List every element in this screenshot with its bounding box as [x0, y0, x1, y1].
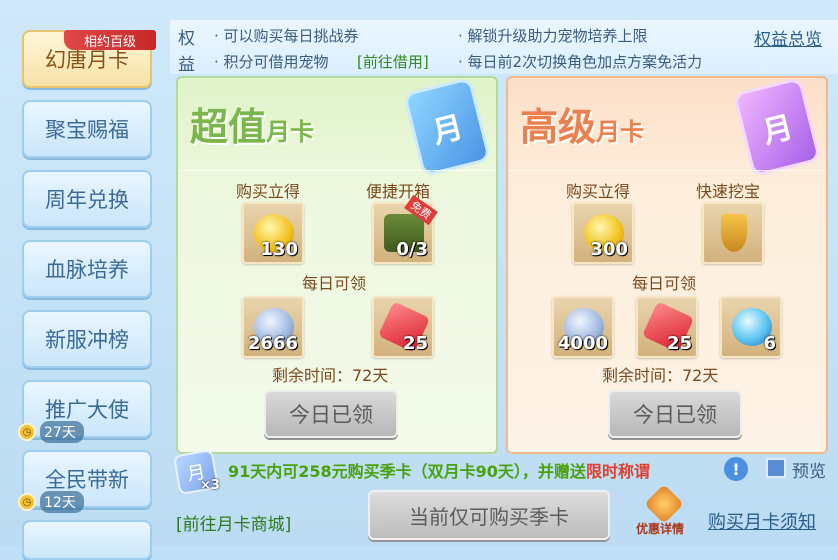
- sidebar-item-new-server-rank[interactable]: 新服冲榜: [22, 310, 152, 368]
- benefits-bar: 权 益 · 可以购买每日挑战券 · 解锁升级助力宠物培养上限 · 积分可借用宠物…: [170, 20, 838, 75]
- buy-instant-label: 购买立得: [236, 182, 301, 201]
- buy-instant-label: 购买立得: [566, 182, 631, 201]
- benefit-borrow-pet: · 积分可借用宠物: [214, 53, 329, 71]
- remaining-time: 剩余时间：72天: [602, 366, 719, 385]
- level-ribbon-badge: 相约百级: [64, 30, 156, 50]
- gold-ingot-item[interactable]: 300: [572, 202, 634, 264]
- ruby-item[interactable]: 25: [372, 296, 434, 358]
- season-card-promo: 91天内可258元购买季卡（双月卡90天），并赠送限时称谓: [228, 462, 650, 481]
- clock-icon: ◷: [18, 493, 36, 511]
- card-title: 超值月卡: [190, 104, 315, 149]
- sidebar-item-label: 新服冲榜: [45, 328, 129, 352]
- value-monthly-card: 超值月卡 月 购买立得 便捷开箱 130 免费 0/3 每日可领 2666 25 …: [176, 76, 498, 454]
- chest-item[interactable]: 免费 0/3: [372, 194, 438, 264]
- divider: [178, 170, 496, 171]
- premium-monthly-card: 高级月卡 月 购买立得 快速挖宝 300 每日可领 4000 25 6 剩余时间…: [506, 76, 828, 454]
- sidebar-item-treasure-blessing[interactable]: 聚宝赐福: [22, 100, 152, 158]
- borrow-link[interactable]: [前往借用]: [357, 51, 429, 72]
- clock-icon: ◷: [18, 423, 36, 441]
- daily-label: 每日可领: [632, 274, 697, 293]
- benefits-summary-link[interactable]: 权益总览: [754, 25, 822, 50]
- claimed-button[interactable]: 今日已领: [608, 390, 742, 438]
- discount-details-button[interactable]: 优惠详情: [636, 484, 692, 542]
- shovel-item[interactable]: [702, 202, 764, 264]
- sidebar-item-partial[interactable]: [22, 520, 152, 560]
- preview-checkbox[interactable]: [766, 458, 786, 478]
- moon-card-icon: 月: [402, 76, 492, 178]
- silver-ingot-item[interactable]: 4000: [552, 296, 614, 358]
- sidebar-item-anniversary-exchange[interactable]: 周年兑换: [22, 170, 152, 228]
- info-icon[interactable]: !: [724, 457, 748, 481]
- benefit-daily-ticket: · 可以购买每日挑战券: [214, 27, 359, 45]
- monthly-card-shop-link[interactable]: [前往月卡商城]: [176, 510, 291, 535]
- moon-card-icon: 月: [732, 76, 822, 178]
- sidebar-item-label: 聚宝赐福: [45, 118, 129, 142]
- daily-label: 每日可领: [302, 274, 367, 293]
- shovel-icon: [721, 214, 747, 252]
- benefit-free-switch: · 每日前2次切换角色加点方案免活力: [458, 53, 703, 71]
- sidebar-item-bloodline[interactable]: 血脉培养: [22, 240, 152, 298]
- sidebar-item-label: 推广大使: [45, 398, 129, 422]
- benefits-title-1: 权: [178, 29, 195, 49]
- invite-timer: ◷ 12天: [18, 491, 84, 513]
- gold-ingot-item[interactable]: 130: [242, 202, 304, 264]
- orb-item[interactable]: 6: [720, 296, 782, 358]
- silver-ingot-item[interactable]: 2666: [242, 296, 304, 358]
- buy-season-card-button[interactable]: 当前仅可购买季卡: [368, 490, 610, 540]
- benefit-pet-limit: · 解锁升级助力宠物培养上限: [458, 27, 648, 45]
- benefits-title-2: 益: [178, 55, 195, 75]
- purchase-notice-link[interactable]: 购买月卡须知: [708, 508, 816, 534]
- quick-open-label: 便捷开箱: [366, 182, 431, 201]
- sidebar-item-label: 周年兑换: [45, 188, 129, 212]
- preview-label: 预览: [792, 462, 826, 482]
- monthly-card-panel: 幻唐月卡 相约百级 聚宝赐福 周年兑换 血脉培养 新服冲榜 推广大使 ◷ 27天 …: [0, 0, 838, 560]
- discount-icon: [644, 484, 684, 524]
- promoter-timer: ◷ 27天: [18, 421, 84, 443]
- remaining-time: 剩余时间：72天: [272, 366, 389, 385]
- discount-label: 优惠详情: [636, 522, 685, 536]
- divider: [508, 170, 826, 171]
- claimed-button[interactable]: 今日已领: [264, 390, 398, 438]
- multiplier-badge: ×3: [200, 478, 220, 493]
- ruby-item[interactable]: 25: [636, 296, 698, 358]
- quick-dig-label: 快速挖宝: [696, 182, 761, 201]
- card-title: 高级月卡: [520, 104, 645, 149]
- sidebar-item-label: 全民带新: [45, 468, 129, 492]
- sidebar-item-label: 血脉培养: [45, 258, 129, 282]
